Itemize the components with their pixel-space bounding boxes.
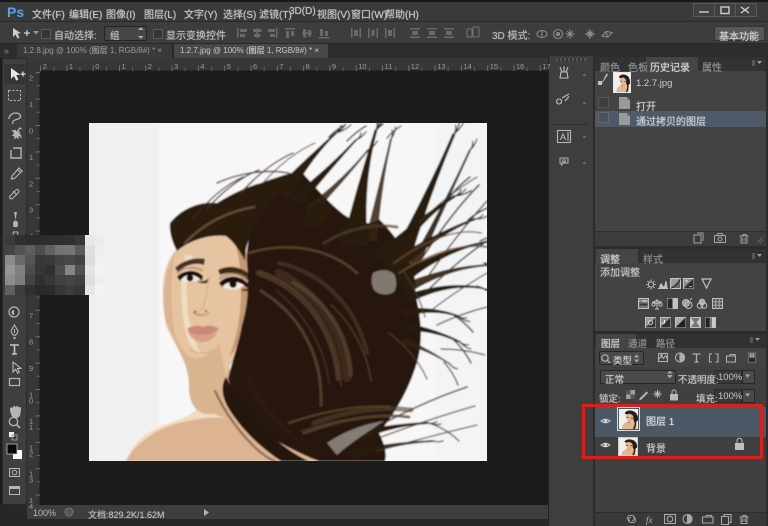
svg-text:1: 1 [29,153,33,162]
svg-text:10: 10 [358,62,366,71]
svg-text:1: 1 [69,62,73,71]
svg-text:8: 8 [306,62,310,71]
svg-text:A: A [560,132,566,142]
svg-text:1: 1 [29,423,33,432]
svg-text:14: 14 [463,62,471,71]
svg-text:9: 9 [332,62,336,71]
svg-text:2: 2 [29,74,33,83]
svg-text:fx: fx [646,515,653,525]
svg-text:9: 9 [29,364,33,373]
svg-text:3: 3 [29,206,33,215]
svg-text:15: 15 [490,62,498,71]
svg-text:13: 13 [437,62,445,71]
svg-text:2: 2 [29,449,33,458]
svg-text:17: 17 [542,62,550,71]
svg-text:16: 16 [516,62,524,71]
svg-text:4: 4 [29,502,33,511]
svg-text:2: 2 [29,179,33,188]
svg-text:0: 0 [95,62,99,71]
svg-text:8: 8 [29,338,33,347]
svg-text:5: 5 [227,62,231,71]
svg-text:4: 4 [200,62,204,71]
svg-text:1: 1 [122,62,126,71]
svg-text:3: 3 [29,476,33,485]
svg-text:0: 0 [29,127,33,136]
svg-text:1: 1 [29,100,33,109]
svg-text:0: 0 [29,397,33,406]
svg-text:3: 3 [174,62,178,71]
svg-text:11: 11 [385,62,393,71]
svg-text:6: 6 [253,62,257,71]
svg-text:7: 7 [29,311,33,320]
svg-text:2: 2 [148,62,152,71]
svg-text:7: 7 [279,62,283,71]
svg-text:2: 2 [43,62,47,71]
svg-text:12: 12 [411,62,419,71]
